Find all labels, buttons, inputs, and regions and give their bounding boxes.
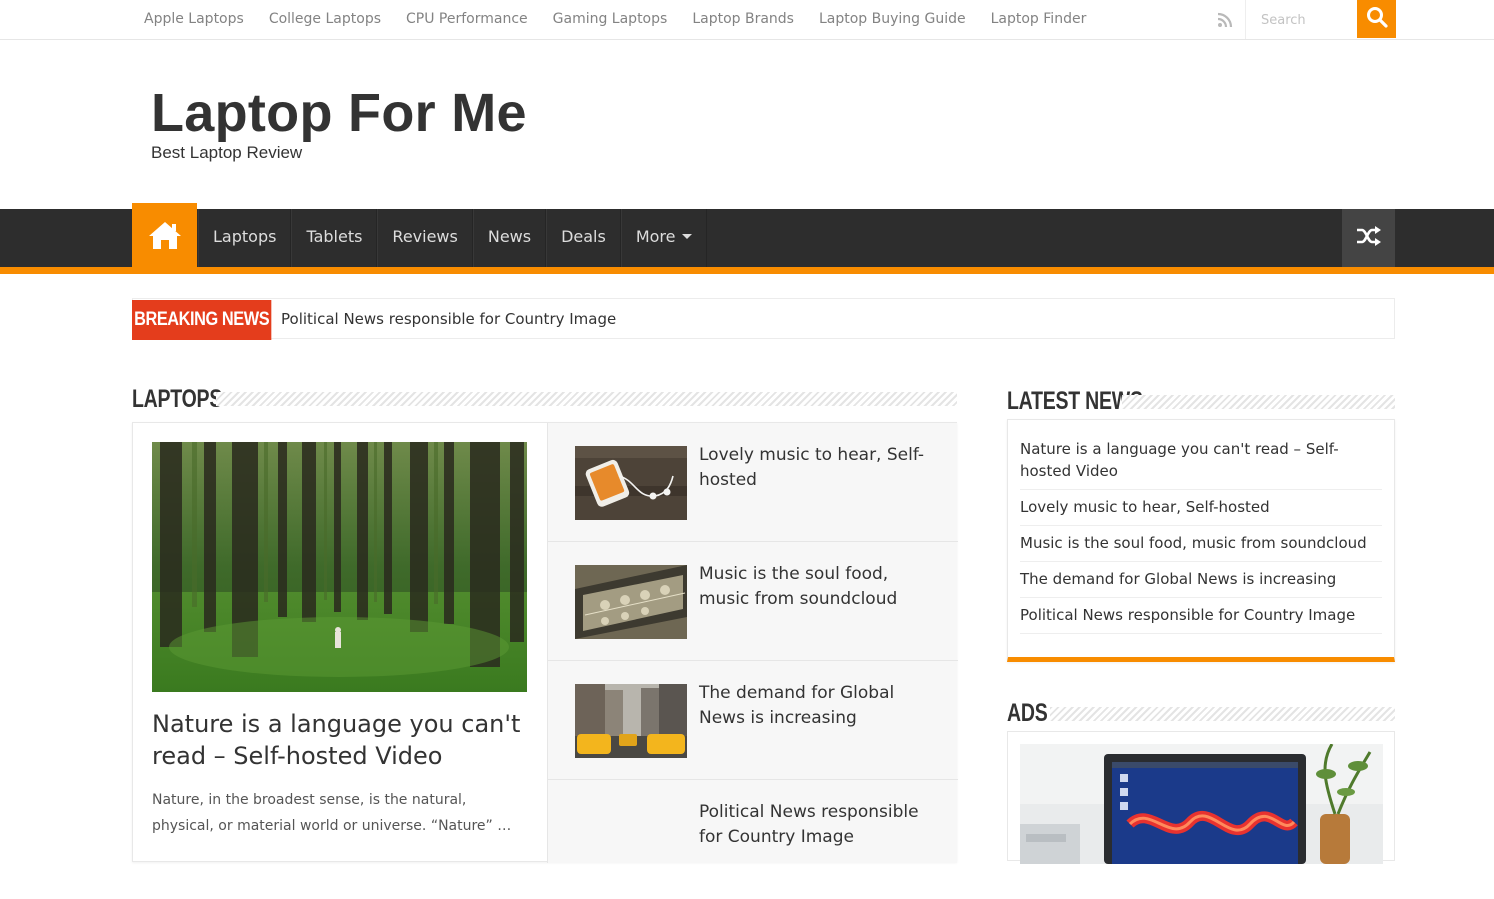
- site-title[interactable]: Laptop For Me: [151, 80, 527, 146]
- thumb-image[interactable]: [575, 565, 687, 639]
- ad-image[interactable]: [1020, 744, 1383, 864]
- thumb-image[interactable]: [575, 684, 687, 758]
- shuffle-icon: [1356, 225, 1382, 251]
- site-tagline: Best Laptop Review: [151, 143, 303, 162]
- laptops-section-title: LAPTOPS: [132, 385, 223, 413]
- breaking-news-bar: BREAKING NEWS Political News responsible…: [132, 298, 1395, 340]
- breaking-news-headline[interactable]: Political News responsible for Country I…: [281, 299, 616, 339]
- nav-item-more[interactable]: More: [620, 209, 707, 267]
- list-item-title[interactable]: Political News responsible for Country I…: [699, 800, 939, 850]
- latest-news-list: Nature is a language you can't read – Se…: [1020, 432, 1382, 634]
- laptops-box: Nature is a language you can't read – Se…: [132, 422, 958, 863]
- featured-title[interactable]: Nature is a language you can't read – Se…: [152, 708, 532, 772]
- top-link-laptop-finder[interactable]: Laptop Finder: [978, 0, 1099, 39]
- latest-news-item[interactable]: Political News responsible for Country I…: [1020, 598, 1382, 634]
- caret-down-icon: [681, 234, 692, 239]
- featured-excerpt: Nature, in the broadest sense, is the na…: [152, 792, 512, 834]
- top-link-college-laptops[interactable]: College Laptops: [256, 0, 393, 39]
- featured-image[interactable]: [152, 442, 527, 692]
- list-item-title[interactable]: The demand for Global News is increasing: [699, 681, 939, 731]
- home-button[interactable]: [132, 203, 197, 270]
- list-item-title[interactable]: Lovely music to hear, Self-hosted: [699, 443, 939, 493]
- latest-news-box: Nature is a language you can't read – Se…: [1007, 419, 1395, 662]
- top-link-gaming-laptops[interactable]: Gaming Laptops: [540, 0, 680, 39]
- nav-item-more-label: More: [635, 227, 676, 246]
- search-button[interactable]: [1357, 0, 1396, 38]
- nav-item-news[interactable]: News: [472, 209, 547, 267]
- top-nav: Apple Laptops College Laptops CPU Perfor…: [132, 0, 1099, 39]
- top-bar: Apple Laptops College Laptops CPU Perfor…: [0, 0, 1494, 40]
- home-icon: [147, 219, 183, 255]
- laptops-title-stripes: [216, 392, 957, 406]
- top-link-laptop-buying-guide[interactable]: Laptop Buying Guide: [806, 0, 978, 39]
- list-item[interactable]: Political News responsible for Country I…: [548, 780, 958, 899]
- list-item[interactable]: The demand for Global News is increasing: [548, 661, 958, 780]
- random-article-button[interactable]: [1342, 209, 1395, 267]
- list-item-title[interactable]: Music is the soul food, music from sound…: [699, 562, 939, 612]
- latest-news-item[interactable]: Music is the soul food, music from sound…: [1020, 526, 1382, 562]
- search-input[interactable]: [1246, 2, 1358, 38]
- search-box: [1245, 0, 1396, 39]
- nav-item-reviews[interactable]: Reviews: [377, 209, 473, 267]
- latest-news-title-stripes: [1122, 395, 1395, 409]
- rss-icon[interactable]: [1216, 11, 1234, 29]
- list-item[interactable]: Music is the soul food, music from sound…: [548, 542, 958, 661]
- main-nav-accent-bar: [0, 267, 1494, 274]
- main-nav-items: Laptops Tablets Reviews News Deals More: [198, 209, 707, 267]
- thumb-image[interactable]: [575, 446, 687, 520]
- ads-section-title: ADS: [1007, 699, 1048, 727]
- nav-item-deals[interactable]: Deals: [546, 209, 621, 267]
- laptops-list: Lovely music to hear, Self-hosted Music …: [547, 423, 958, 863]
- top-link-apple-laptops[interactable]: Apple Laptops: [132, 0, 256, 39]
- list-item[interactable]: Lovely music to hear, Self-hosted: [548, 423, 958, 542]
- search-icon: [1366, 6, 1388, 32]
- ads-box: [1007, 731, 1395, 864]
- nav-item-tablets[interactable]: Tablets: [291, 209, 378, 267]
- top-link-cpu-performance[interactable]: CPU Performance: [394, 0, 541, 39]
- latest-news-item[interactable]: Lovely music to hear, Self-hosted: [1020, 490, 1382, 526]
- latest-news-item[interactable]: Nature is a language you can't read – Se…: [1020, 432, 1382, 490]
- breaking-news-label: BREAKING NEWS: [132, 300, 272, 340]
- top-link-laptop-brands[interactable]: Laptop Brands: [680, 0, 807, 39]
- latest-news-item[interactable]: The demand for Global News is increasing: [1020, 562, 1382, 598]
- nav-item-laptops[interactable]: Laptops: [198, 209, 292, 267]
- ads-title-stripes: [1050, 707, 1395, 721]
